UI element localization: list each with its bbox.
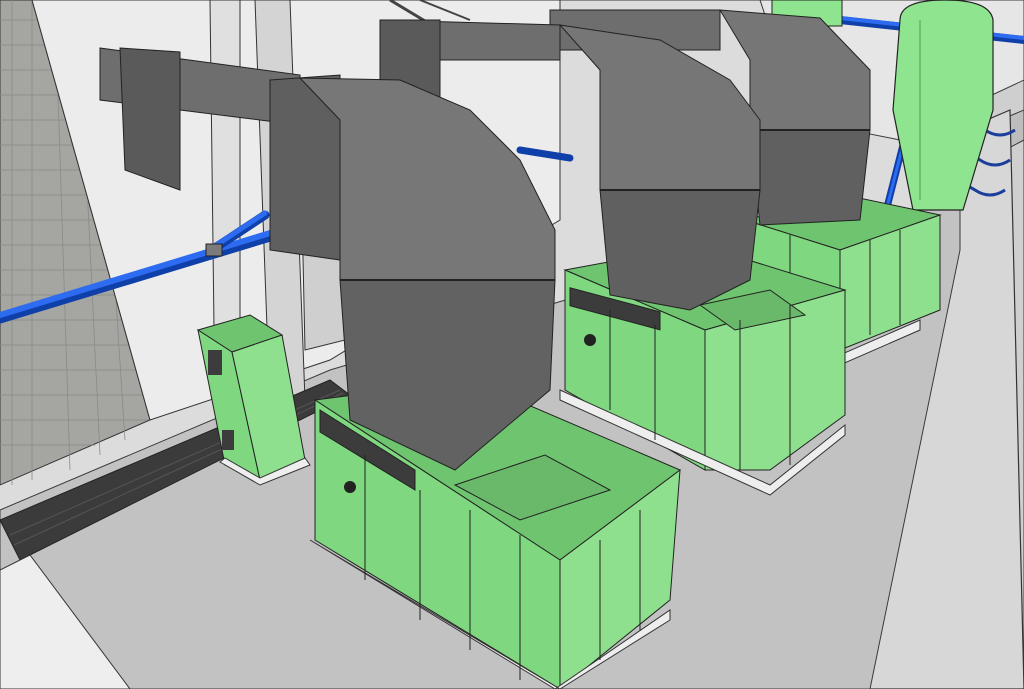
bim-render-scene	[0, 0, 1024, 689]
pipe-valve	[205, 243, 223, 257]
